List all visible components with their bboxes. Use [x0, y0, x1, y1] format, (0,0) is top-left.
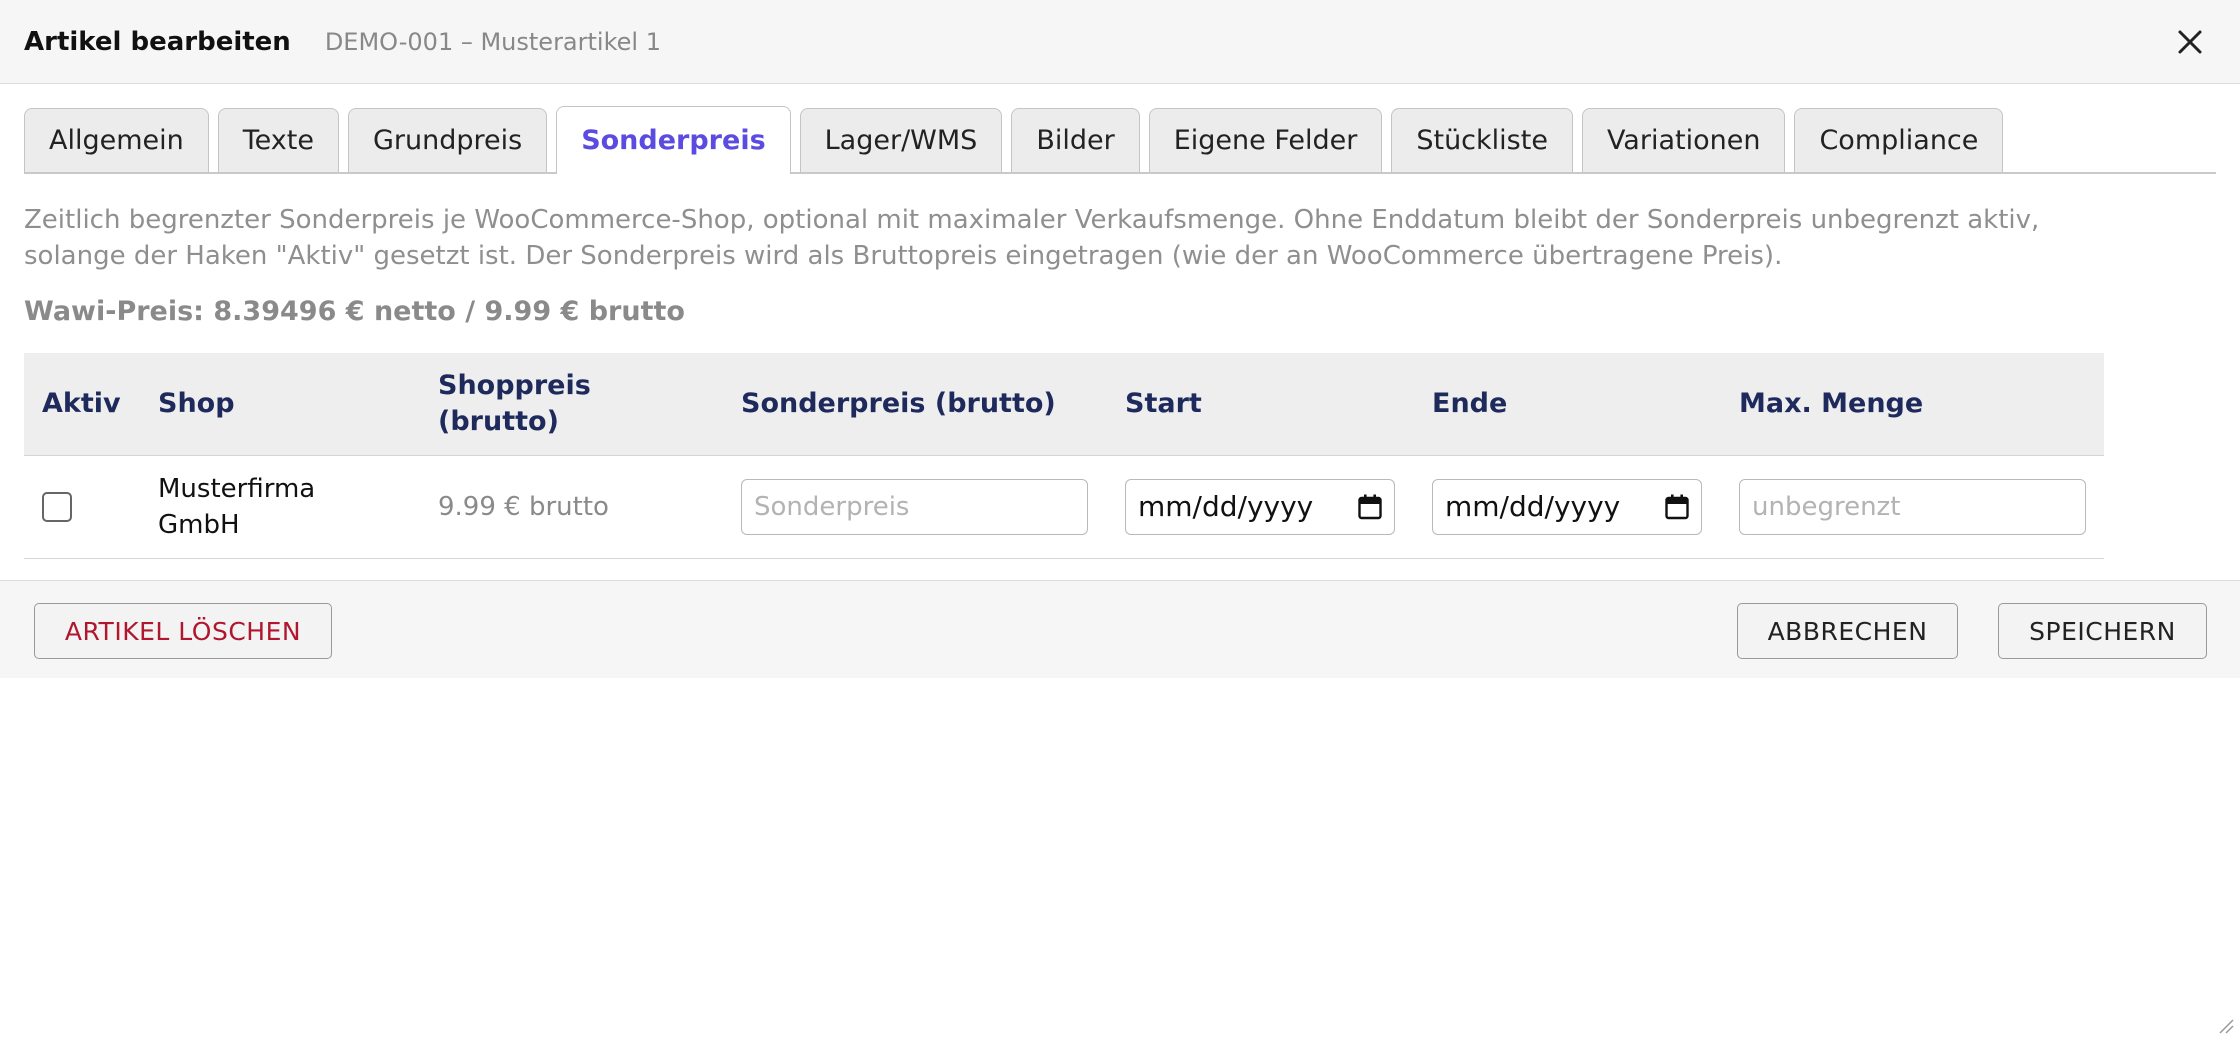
table-header-row: Aktiv Shop Shoppreis (brutto) Sonderprei…	[24, 353, 2104, 455]
close-icon	[2178, 30, 2202, 54]
table-row: Musterfirma GmbH 9.99 € brutto Sonderpre…	[24, 454, 2104, 559]
special-price-input[interactable]: Sonderpreis	[741, 478, 1088, 535]
end-date-value: mm/dd/yyyy	[1445, 489, 1621, 523]
delete-article-button[interactable]: ARTIKEL LÖSCHEN	[34, 603, 332, 659]
start-date-cell: mm/dd/yyyy	[1107, 454, 1414, 559]
column-header-shop: Shop	[140, 353, 420, 455]
wawi-price: Wawi-Preis: 8.39496 € netto / 9.99 € bru…	[24, 296, 685, 327]
tab-bar: Allgemein Texte Grundpreis Sonderpreis L…	[24, 106, 2216, 174]
end-date-input[interactable]: mm/dd/yyyy	[1432, 478, 1702, 535]
dialog-header: Artikel bearbeiten DEMO-001 – Musterarti…	[0, 0, 2240, 84]
column-header-end: Ende	[1414, 353, 1721, 455]
special-price-description: Zeitlich begrenzter Sonderpreis je WooCo…	[24, 202, 2104, 274]
start-date-input[interactable]: mm/dd/yyyy	[1125, 478, 1395, 535]
tab-sonderpreis[interactable]: Sonderpreis	[556, 106, 791, 174]
tab-grundpreis[interactable]: Grundpreis	[347, 108, 548, 172]
resize-handle-icon[interactable]	[2216, 1016, 2234, 1034]
edit-article-dialog: Artikel bearbeiten DEMO-001 – Musterarti…	[0, 0, 2240, 1040]
end-date-cell: mm/dd/yyyy	[1414, 454, 1721, 559]
special-price-placeholder: Sonderpreis	[754, 491, 910, 522]
tab-variationen[interactable]: Variationen	[1581, 108, 1786, 172]
save-button[interactable]: SPEICHERN	[1998, 603, 2207, 659]
shop-price-header-line-2: (brutto)	[438, 405, 559, 437]
shop-price-header-line-1: Shoppreis	[438, 369, 591, 401]
tab-bilder[interactable]: Bilder	[1011, 108, 1140, 172]
special-price-cell: Sonderpreis	[723, 454, 1107, 559]
dialog-footer: ARTIKEL LÖSCHEN ABBRECHEN SPEICHERN	[0, 580, 2240, 678]
description-line-1: Zeitlich begrenzter Sonderpreis je WooCo…	[24, 205, 2040, 235]
calendar-icon[interactable]	[1358, 494, 1382, 520]
start-date-value: mm/dd/yyyy	[1138, 489, 1314, 523]
cancel-button[interactable]: ABBRECHEN	[1737, 603, 1958, 659]
description-line-2: solange der Haken "Aktiv" gesetzt ist. D…	[24, 241, 1783, 271]
calendar-icon[interactable]	[1665, 494, 1689, 520]
tab-eigene-felder[interactable]: Eigene Felder	[1148, 108, 1383, 172]
active-checkbox[interactable]	[42, 491, 72, 522]
active-cell	[24, 454, 140, 559]
dialog-body: Allgemein Texte Grundpreis Sonderpreis L…	[0, 106, 2240, 559]
tab-stueckliste[interactable]: Stückliste	[1391, 108, 1573, 172]
tab-allgemein[interactable]: Allgemein	[24, 108, 209, 172]
column-header-active: Aktiv	[24, 353, 140, 455]
column-header-shop-price: Shoppreis (brutto)	[420, 353, 723, 455]
tab-compliance[interactable]: Compliance	[1794, 108, 2004, 172]
tab-lager-wms[interactable]: Lager/WMS	[799, 108, 1003, 172]
shop-name-line-1: Musterfirma	[158, 473, 316, 504]
column-header-max-qty: Max. Menge	[1721, 353, 2104, 455]
tab-texte[interactable]: Texte	[217, 108, 339, 172]
dialog-title: Artikel bearbeiten	[24, 26, 291, 57]
shop-name-cell: Musterfirma GmbH	[140, 454, 420, 559]
dialog-subtitle: DEMO-001 – Musterartikel 1	[324, 27, 661, 56]
max-qty-placeholder: unbegrenzt	[1752, 491, 1901, 522]
special-price-table: Aktiv Shop Shoppreis (brutto) Sonderprei…	[24, 353, 2104, 559]
close-button[interactable]	[2172, 24, 2208, 60]
max-qty-input[interactable]: unbegrenzt	[1739, 478, 2086, 535]
column-header-start: Start	[1107, 353, 1414, 455]
max-qty-cell: unbegrenzt	[1721, 454, 2104, 559]
shop-price-cell: 9.99 € brutto	[420, 454, 723, 559]
column-header-special-price: Sonderpreis (brutto)	[723, 353, 1107, 455]
shop-name-line-2: GmbH	[158, 509, 240, 540]
